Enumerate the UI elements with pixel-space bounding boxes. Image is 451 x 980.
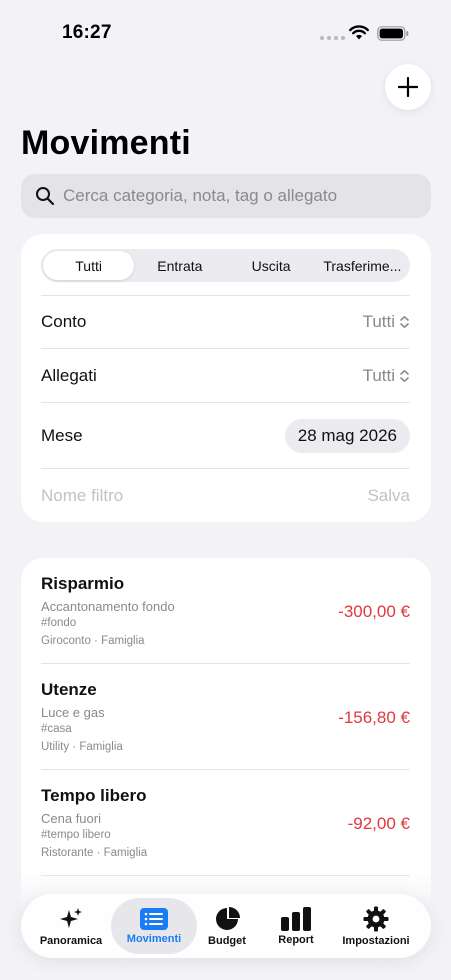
wifi-icon — [349, 25, 369, 40]
tab-transactions[interactable]: Movimenti — [111, 898, 197, 954]
tab-label: Movimenti — [126, 932, 182, 945]
segment-expense[interactable]: Uscita — [226, 251, 317, 280]
transaction-tag: #tempo libero — [41, 829, 111, 841]
transaction-amount: -300,00 € — [338, 602, 410, 621]
account-value: Tutti — [362, 312, 395, 331]
month-date-picker[interactable]: 28 mag 2026 — [284, 418, 410, 453]
bar-chart-icon — [281, 906, 311, 931]
tab-overview[interactable]: Panoramica — [25, 898, 117, 954]
chevron-up-down-icon — [400, 369, 409, 382]
transaction-amount: -92,00 € — [347, 814, 410, 833]
gear-icon — [363, 906, 389, 931]
transaction-tag: #fondo — [41, 617, 77, 629]
account-label: Conto — [41, 312, 87, 331]
attachments-value: Tutti — [362, 365, 395, 385]
month-label: Mese — [41, 425, 83, 445]
type-segmented-control: Tutti Entrata Uscita Trasferime... — [41, 249, 410, 282]
transaction-tag: #casa — [41, 723, 72, 735]
pie-chart-icon — [216, 906, 240, 930]
add-transaction-button[interactable] — [385, 64, 431, 110]
segment-income[interactable]: Entrata — [134, 251, 225, 280]
plus-icon — [398, 77, 418, 97]
month-filter-row: Mese 28 mag 2026 — [41, 402, 410, 468]
transaction-row[interactable]: Risparmio Accantonamento fondo #fondo Gi… — [41, 558, 410, 664]
transaction-amount: -156,80 € — [338, 708, 410, 727]
status-time: 16:27 — [62, 22, 112, 43]
tab-budget[interactable]: Budget — [197, 898, 257, 954]
list-icon — [140, 907, 168, 930]
segment-all[interactable]: Tutti — [43, 251, 135, 280]
transaction-row[interactable]: Utenze Luce e gas #casa Utility · Famigl… — [41, 664, 410, 770]
chevron-up-down-icon — [400, 316, 409, 328]
transaction-note: Cena fuori — [41, 811, 101, 826]
account-filter-row[interactable]: Conto Tutti — [41, 295, 410, 348]
tab-label: Report — [278, 933, 314, 946]
transaction-meta: Utility · Famiglia — [41, 741, 123, 753]
tab-settings[interactable]: Impostazioni — [337, 898, 415, 954]
transaction-meta: Giroconto · Famiglia — [41, 635, 145, 647]
filter-name-row: Nome filtro Salva — [41, 468, 410, 522]
search-icon — [36, 187, 55, 206]
tab-report[interactable]: Report — [265, 898, 327, 954]
transaction-note: Accantonamento fondo — [41, 599, 175, 614]
tab-label: Panoramica — [39, 934, 103, 947]
cellular-signal-icon — [320, 36, 345, 40]
transaction-category: Utenze — [41, 680, 97, 699]
transaction-row[interactable]: Tempo libero Cena fuori #tempo libero Ri… — [41, 770, 410, 876]
transaction-meta: Ristorante · Famiglia — [41, 847, 148, 859]
transaction-note: Luce e gas — [41, 705, 105, 720]
save-filter-button[interactable]: Salva — [367, 486, 410, 506]
attachments-label: Allegati — [41, 365, 97, 385]
status-bar: 16:27 — [0, 0, 451, 60]
transaction-category: Tempo libero — [41, 786, 147, 805]
segment-transfer[interactable]: Trasferime... — [317, 251, 408, 280]
tab-label: Budget — [208, 934, 246, 947]
tab-bar: Panoramica Movimenti Budget Report Impos… — [21, 894, 431, 958]
filter-name-input[interactable]: Nome filtro — [41, 486, 123, 506]
page-title: Movimenti — [21, 124, 191, 162]
attachments-filter-row[interactable]: Allegati Tutti — [41, 348, 410, 402]
transaction-category: Risparmio — [41, 574, 125, 593]
battery-icon — [377, 26, 409, 41]
account-picker[interactable]: Tutti — [363, 312, 410, 332]
tab-label: Impostazioni — [342, 934, 410, 947]
search-placeholder: Cerca categoria, nota, tag o allegato — [63, 186, 338, 205]
filter-card: Tutti Entrata Uscita Trasferime... Conto… — [21, 234, 431, 522]
search-field[interactable]: Cerca categoria, nota, tag o allegato — [21, 174, 431, 218]
sparkles-icon — [60, 907, 82, 928]
attachments-picker[interactable]: Tutti — [363, 366, 410, 386]
